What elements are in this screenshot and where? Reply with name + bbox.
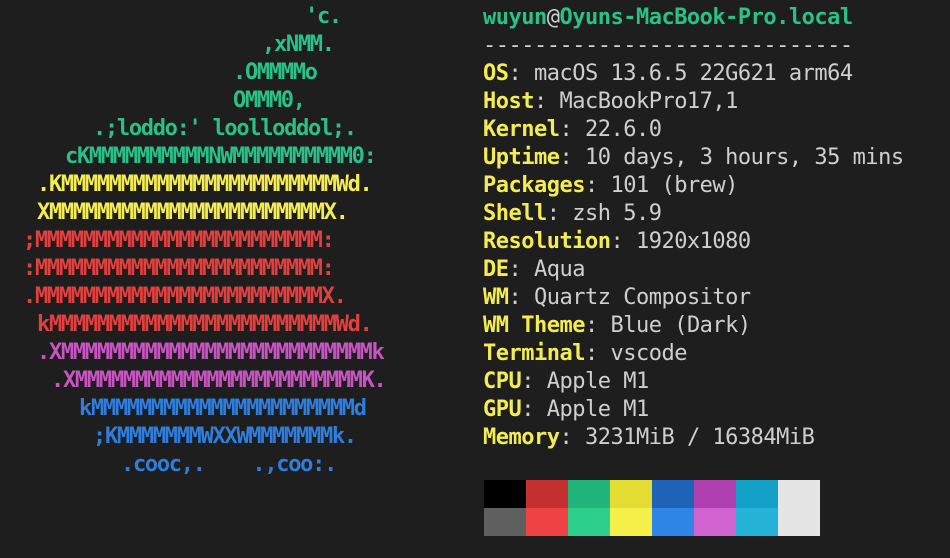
info-row-terminal: Terminal: vscode <box>483 341 687 366</box>
info-value: Apple M1 <box>546 369 649 394</box>
logo-line: .OMMMMo <box>233 60 318 85</box>
info-row-de: DE: Aqua <box>483 257 585 282</box>
info-value: Quartz Compositor <box>534 285 751 310</box>
logo-line: ,xNMM. <box>262 32 335 57</box>
logo-line: kMMMMMMMMMMMMMMMMMMMMMMMMWd. <box>37 312 373 337</box>
info-value: Blue (Dark) <box>610 313 751 338</box>
info-value: 22.6.0 <box>584 117 662 142</box>
info-row-host: Host: MacBookPro17,1 <box>483 89 738 114</box>
info-value: 101 (brew) <box>610 173 738 198</box>
info-key: Packages <box>483 173 585 198</box>
color-swatch <box>568 508 610 536</box>
logo-line: 'c. <box>305 4 342 29</box>
color-swatch <box>652 480 694 508</box>
info-row-cpu: CPU: Apple M1 <box>483 369 649 394</box>
logo-line: ;MMMMMMMMMMMMMMMMMMMMMMMM: <box>23 228 335 253</box>
info-row-packages: Packages: 101 (brew) <box>483 173 738 198</box>
info-value: 3231MiB / 16384MiB <box>584 425 815 450</box>
info-row-resolution: Resolution: 1920x1080 <box>483 229 751 254</box>
info-key: Host <box>483 89 534 114</box>
info-key: Terminal <box>483 341 585 366</box>
color-swatch <box>652 508 694 536</box>
color-swatch <box>484 508 526 536</box>
info-key: Shell <box>483 201 547 226</box>
info-value: 1920x1080 <box>635 229 751 254</box>
logo-line: OMMM0, <box>233 88 306 113</box>
logo-line: .MMMMMMMMMMMMMMMMMMMMMMMMX. <box>23 284 347 309</box>
logo-line: .XMMMMMMMMMMMMMMMMMMMMMMMMK. <box>51 368 387 393</box>
logo-line: .XMMMMMMMMMMMMMMMMMMMMMMMMMMk <box>37 340 385 365</box>
info-value: Aqua <box>534 257 585 282</box>
color-swatch <box>568 480 610 508</box>
info-key: OS <box>483 61 509 86</box>
color-swatch <box>526 508 568 536</box>
logo-line: .;loddo:' loolloddol;. <box>93 116 357 141</box>
info-key: Uptime <box>483 145 560 170</box>
color-swatch <box>736 508 778 536</box>
info-row-wm-theme: WM Theme: Blue (Dark) <box>483 313 751 338</box>
info-key: Kernel <box>483 117 560 142</box>
info-key: CPU <box>483 369 522 394</box>
logo-line: ;KMMMMMMMWXXWMMMMMMMk. <box>93 424 357 449</box>
username: wuyun <box>483 5 547 30</box>
info-value: vscode <box>610 341 687 366</box>
color-swatch <box>694 508 736 536</box>
color-swatch <box>610 480 652 508</box>
palette-row-normal <box>484 480 820 508</box>
info-value: 10 days, 3 hours, 35 mins <box>584 145 904 170</box>
logo-line: :MMMMMMMMMMMMMMMMMMMMMMMM: <box>23 256 335 281</box>
info-key: Memory <box>483 425 560 450</box>
color-swatch <box>778 480 820 508</box>
logo-line: kMMMMMMMMMMMMMMMMMMMMMMd <box>79 396 367 421</box>
info-row-wm: WM: Quartz Compositor <box>483 285 751 310</box>
color-palette <box>484 480 820 536</box>
info-row-kernel: Kernel: 22.6.0 <box>483 117 662 142</box>
info-value: zsh 5.9 <box>572 201 662 226</box>
terminal-window[interactable]: 'c. ,xNMM. .OMMMMo OMMM0, .;loddo:' lool… <box>0 0 950 558</box>
info-row-memory: Memory: 3231MiB / 16384MiB <box>483 425 815 450</box>
info-row-os: OS: macOS 13.6.5 22G621 arm64 <box>483 61 853 86</box>
color-swatch <box>610 508 652 536</box>
title-line: wuyun@Oyuns-MacBook-Pro.local <box>483 4 950 32</box>
color-swatch <box>484 480 526 508</box>
hostname: Oyuns-MacBook-Pro.local <box>559 5 853 30</box>
info-key: DE <box>483 257 509 282</box>
color-swatch <box>694 480 736 508</box>
color-swatch <box>778 508 820 536</box>
info-value: macOS 13.6.5 22G621 arm64 <box>534 61 853 86</box>
info-row-gpu: GPU: Apple M1 <box>483 397 649 422</box>
info-key: Resolution <box>483 229 611 254</box>
logo-line: cKMMMMMMMMMMNWMMMMMMMMMM0: <box>65 144 377 169</box>
info-key: GPU <box>483 397 522 422</box>
color-swatch <box>526 480 568 508</box>
system-info-panel: wuyun@Oyuns-MacBook-Pro.local ----------… <box>483 4 950 452</box>
logo-line: .KMMMMMMMMMMMMMMMMMMMMMMMWd. <box>37 172 373 197</box>
info-value: Apple M1 <box>546 397 649 422</box>
color-swatch <box>736 480 778 508</box>
info-key: WM Theme <box>483 313 585 338</box>
info-value: MacBookPro17,1 <box>559 89 738 114</box>
palette-row-bright <box>484 508 820 536</box>
info-row-shell: Shell: zsh 5.9 <box>483 201 662 226</box>
logo-line: .cooc,. .,coo:. <box>121 452 337 477</box>
title-separator: ----------------------------- <box>483 33 853 58</box>
logo-line: XMMMMMMMMMMMMMMMMMMMMMMMX. <box>37 200 349 225</box>
info-row-uptime: Uptime: 10 days, 3 hours, 35 mins <box>483 145 904 170</box>
info-key: WM <box>483 285 509 310</box>
at-sign: @ <box>546 5 560 30</box>
